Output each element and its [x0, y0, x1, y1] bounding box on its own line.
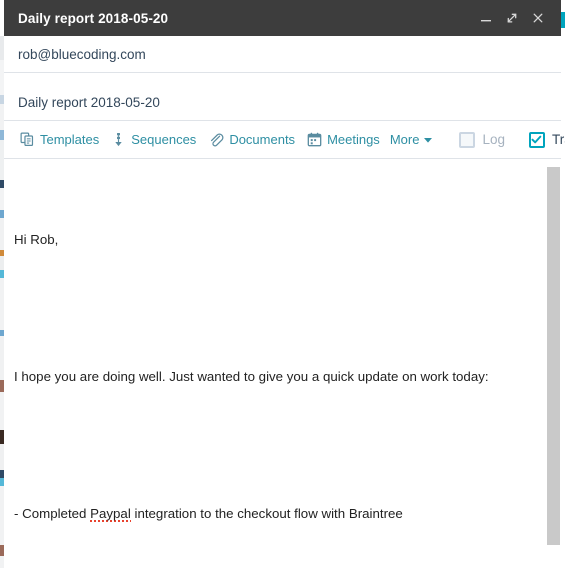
toolbar-more-menu[interactable]: More — [386, 127, 440, 153]
spellcheck-word-paypal: Paypal — [90, 506, 131, 523]
calendar-icon — [307, 132, 322, 147]
close-icon — [531, 11, 545, 25]
expand-button[interactable] — [499, 5, 525, 31]
recipient-value: rob@bluecoding.com — [18, 46, 146, 62]
body-today-item-1: - Completed Paypal integration to the ch… — [14, 504, 537, 524]
window-title-bar: Daily report 2018-05-20 — [4, 0, 561, 36]
chevron-down-icon — [423, 135, 433, 145]
toolbar-item-sequences-label: Sequences — [131, 132, 197, 147]
close-button[interactable] — [525, 5, 551, 31]
subject-value: Daily report 2018-05-20 — [18, 95, 160, 110]
track-label: Track — [551, 132, 565, 147]
body-greeting: Hi Rob, — [14, 231, 59, 247]
compose-toolbar: Templates Sequences Documents Meetings M… — [4, 121, 565, 159]
toolbar-item-templates-label: Templates — [40, 132, 100, 147]
minimize-button[interactable] — [473, 5, 499, 31]
toolbar-item-documents-label: Documents — [229, 132, 296, 147]
subject-field-row[interactable]: Daily report 2018-05-20 — [4, 85, 561, 121]
toolbar-item-meetings-label: Meetings — [327, 132, 380, 147]
copy-documents-icon — [20, 132, 35, 147]
today-item-1-prefix: - Completed — [14, 506, 91, 522]
track-checkbox-item[interactable]: Track — [525, 131, 565, 148]
compose-email-window: Daily report 2018-05-20 rob@bluecoding.c… — [4, 0, 565, 568]
track-checkbox[interactable] — [528, 131, 545, 148]
toolbar-item-documents[interactable]: Documents — [202, 127, 301, 153]
expand-icon — [505, 11, 519, 25]
body-scrollbar-thumb[interactable] — [547, 167, 560, 545]
today-item-1-suffix: integration to the checkout flow with Br… — [130, 506, 403, 522]
window-title: Daily report 2018-05-20 — [18, 10, 169, 26]
log-checkbox-item[interactable]: Log — [455, 131, 509, 148]
log-checkbox[interactable] — [459, 131, 476, 148]
body-intro: I hope you are doing well. Just wanted t… — [14, 368, 489, 384]
toolbar-more-label: More — [389, 132, 420, 147]
recipient-field-row[interactable]: rob@bluecoding.com — [4, 36, 561, 73]
paperclip-icon — [208, 132, 224, 148]
log-label: Log — [482, 132, 505, 147]
email-body-text[interactable]: Hi Rob, I hope you are doing well. Just … — [4, 159, 561, 560]
body-scrollbar[interactable] — [546, 159, 561, 560]
toolbar-item-meetings[interactable]: Meetings — [301, 127, 386, 153]
sequences-icon — [111, 132, 126, 147]
email-body-area[interactable]: Hi Rob, I hope you are doing well. Just … — [4, 159, 561, 560]
toolbar-item-sequences[interactable]: Sequences — [105, 127, 202, 153]
minimize-icon — [479, 11, 493, 25]
toolbar-item-templates[interactable]: Templates — [14, 127, 105, 153]
